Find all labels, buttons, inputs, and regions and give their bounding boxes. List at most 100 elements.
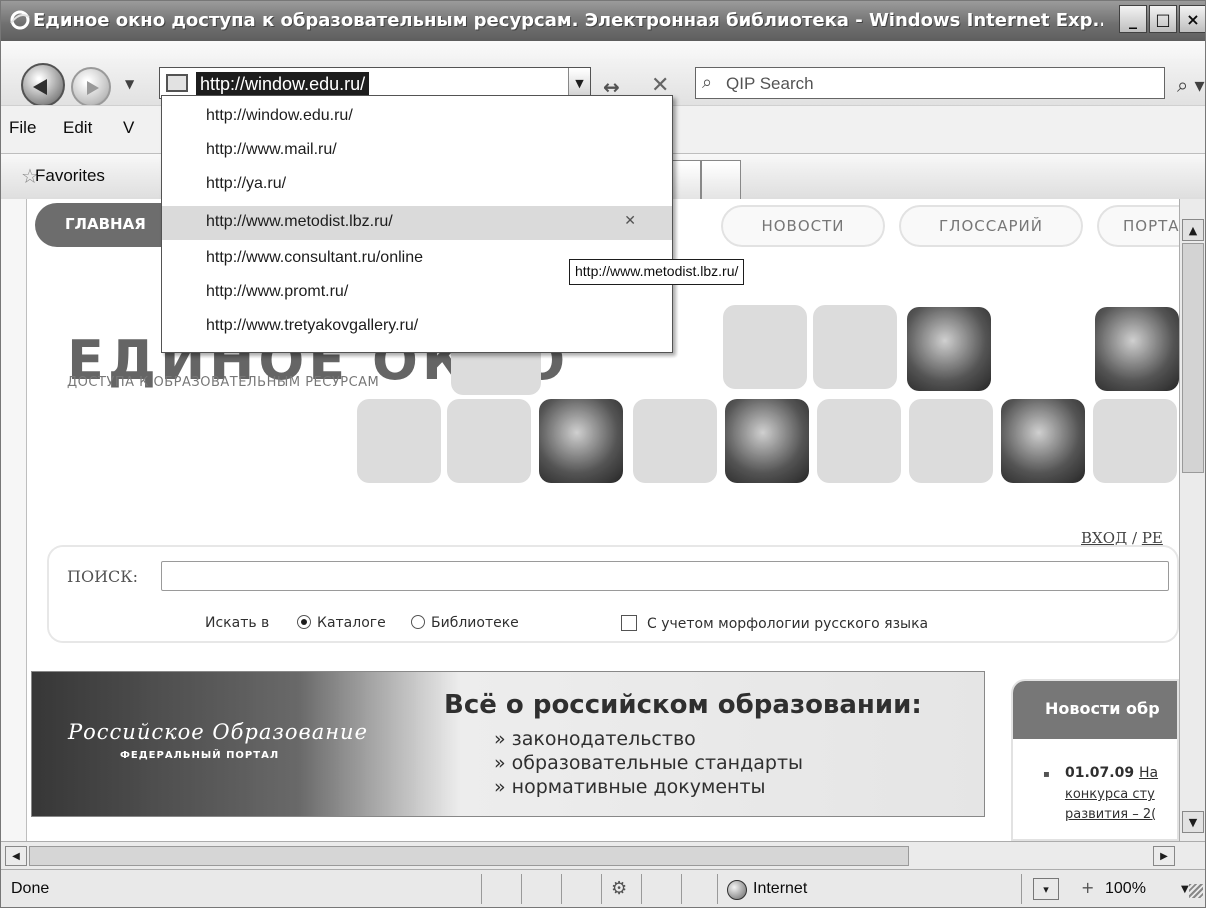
news-text-line[interactable]: конкурса сту: [1065, 787, 1155, 802]
banner-logo-subtitle: ФЕДЕРАЛЬНЫЙ ПОРТАЛ: [120, 750, 280, 761]
zoom-icon: +: [1081, 878, 1095, 897]
banner-item: » нормативные документы: [494, 776, 766, 798]
scroll-down-icon[interactable]: ▼: [1182, 811, 1204, 833]
search-provider-icon: ⌕: [702, 72, 713, 93]
protected-mode-icon[interactable]: ⚙: [611, 878, 627, 899]
morphology-label: С учетом морфологии русского языка: [647, 616, 929, 632]
menu-view[interactable]: V: [123, 118, 134, 138]
photo-tile: [817, 399, 901, 483]
status-separator: [521, 874, 522, 904]
address-dropdown-button[interactable]: ▼: [568, 68, 590, 98]
status-separator: [717, 874, 718, 904]
menu-file[interactable]: File: [9, 118, 36, 138]
news-bullet-icon: ▪: [1043, 769, 1050, 780]
title-bar: Единое окно доступа к образовательным ре…: [1, 1, 1205, 41]
url-suggestion[interactable]: http://www.tretyakovgallery.ru/: [162, 310, 672, 344]
horizontal-scrollbar[interactable]: ◀ ▶: [1, 841, 1205, 869]
url-suggestion[interactable]: http://www.mail.ru/: [162, 134, 672, 168]
close-button[interactable]: ×: [1179, 5, 1205, 33]
status-separator: [681, 874, 682, 904]
menu-edit-label: Edit: [63, 118, 93, 137]
vertical-scrollbar[interactable]: ▲ ▼: [1179, 199, 1205, 841]
menu-edit[interactable]: Edit: [63, 118, 92, 138]
news-text-line[interactable]: развития – 2(: [1065, 807, 1156, 822]
photo-tile: [1001, 399, 1085, 483]
status-separator: [641, 874, 642, 904]
address-url[interactable]: http://window.edu.ru/: [196, 72, 370, 96]
left-gutter: [1, 199, 27, 841]
photo-tile: [813, 305, 897, 389]
photo-tile: [723, 305, 807, 389]
scroll-left-icon[interactable]: ◀: [5, 846, 27, 866]
maximize-button[interactable]: □: [1149, 5, 1177, 33]
window-title: Единое окно доступа к образовательным ре…: [33, 10, 1103, 31]
zoom-dropdown-icon[interactable]: ▼: [1181, 884, 1189, 895]
vertical-scroll-thumb[interactable]: [1182, 243, 1204, 473]
forward-button[interactable]: [71, 67, 111, 107]
site-nav-glossary[interactable]: ГЛОССАРИЙ: [899, 205, 1083, 247]
news-item[interactable]: 01.07.09 На: [1065, 765, 1158, 781]
radio-library-dot[interactable]: [411, 615, 425, 629]
search-placeholder[interactable]: QIP Search: [726, 74, 814, 94]
status-separator: [561, 874, 562, 904]
news-date: 01.07.09: [1065, 765, 1135, 781]
horizontal-scroll-thumb[interactable]: [29, 846, 909, 866]
banner-item: » законодательство: [494, 728, 696, 750]
radio-catalog-dot[interactable]: [297, 615, 311, 629]
search-go-icon[interactable]: ⌕ ▾: [1177, 73, 1205, 97]
history-dropdown-icon[interactable]: ▼: [125, 77, 134, 91]
photo-tile: [539, 399, 623, 483]
browser-window: Единое окно доступа к образовательным ре…: [0, 0, 1206, 908]
site-logo-subtitle: ДОСТУПА К ОБРАЗОВАТЕЛЬНЫМ РЕСУРСАМ: [67, 375, 380, 390]
photo-tile: [909, 399, 993, 483]
menu-file-label: File: [9, 118, 37, 137]
search-box[interactable]: ⌕ QIP Search: [695, 67, 1165, 99]
photo-tile: [447, 399, 531, 483]
ie-logo-icon: [10, 10, 30, 30]
security-zone[interactable]: Internet: [753, 880, 807, 898]
new-tab-button[interactable]: [701, 160, 741, 200]
status-text: Done: [11, 880, 50, 897]
popup-blocker-icon[interactable]: ▾: [1033, 878, 1059, 900]
status-separator: [481, 874, 482, 904]
scroll-right-icon[interactable]: ▶: [1153, 846, 1175, 866]
morphology-checkbox[interactable]: С учетом морфологии русского языка: [621, 615, 928, 632]
url-autocomplete-dropdown: http://window.edu.ru/ http://www.mail.ru…: [161, 95, 673, 353]
minimize-button[interactable]: _: [1119, 5, 1147, 33]
scroll-up-icon[interactable]: ▲: [1182, 219, 1204, 241]
photo-tile: [357, 399, 441, 483]
favorites-button[interactable]: Favorites: [35, 166, 105, 186]
photo-tile: [725, 399, 809, 483]
radio-catalog-label: Каталоге: [317, 615, 386, 631]
url-suggestion-highlighted[interactable]: http://www.metodist.lbz.ru/ ✕: [162, 206, 672, 240]
menu-view-label: V: [123, 118, 135, 137]
url-tooltip: http://www.metodist.lbz.ru/: [569, 259, 745, 285]
radio-catalog[interactable]: Каталоге: [297, 615, 386, 631]
news-text[interactable]: На: [1139, 765, 1158, 781]
photo-tile: [907, 307, 991, 391]
zoom-level[interactable]: 100%: [1105, 880, 1146, 898]
banner-title: Всё о российском образовании:: [444, 690, 922, 720]
url-suggestion[interactable]: http://ya.ru/: [162, 168, 672, 202]
photo-tile: [1095, 307, 1179, 391]
promo-banner[interactable]: Российское Образование ФЕДЕРАЛЬНЫЙ ПОРТА…: [31, 671, 985, 817]
site-nav-portal[interactable]: ПОРТА: [1097, 205, 1179, 247]
photo-tile: [633, 399, 717, 483]
back-button[interactable]: [21, 63, 65, 107]
url-suggestion-label: http://www.metodist.lbz.ru/: [206, 213, 393, 230]
news-widget: Новости обр ▪ 01.07.09 На конкурса сту р…: [1011, 679, 1179, 841]
search-in-label: Искать в: [205, 615, 270, 631]
status-separator: [601, 874, 602, 904]
site-search-label: ПОИСК:: [67, 567, 139, 586]
resize-grip-icon[interactable]: [1189, 884, 1203, 898]
delete-suggestion-icon[interactable]: ✕: [624, 212, 636, 229]
morphology-checkbox-box[interactable]: [621, 615, 637, 631]
radio-library[interactable]: Библиотеке: [411, 615, 519, 631]
photo-tile: [1093, 399, 1177, 483]
banner-item: » образовательные стандарты: [494, 752, 804, 774]
site-search-input[interactable]: [161, 561, 1169, 591]
url-suggestion[interactable]: http://window.edu.ru/: [162, 100, 672, 134]
site-nav-news[interactable]: НОВОСТИ: [721, 205, 885, 247]
news-header: Новости обр: [1013, 681, 1177, 739]
site-nav-main[interactable]: ГЛАВНАЯ: [35, 203, 175, 247]
